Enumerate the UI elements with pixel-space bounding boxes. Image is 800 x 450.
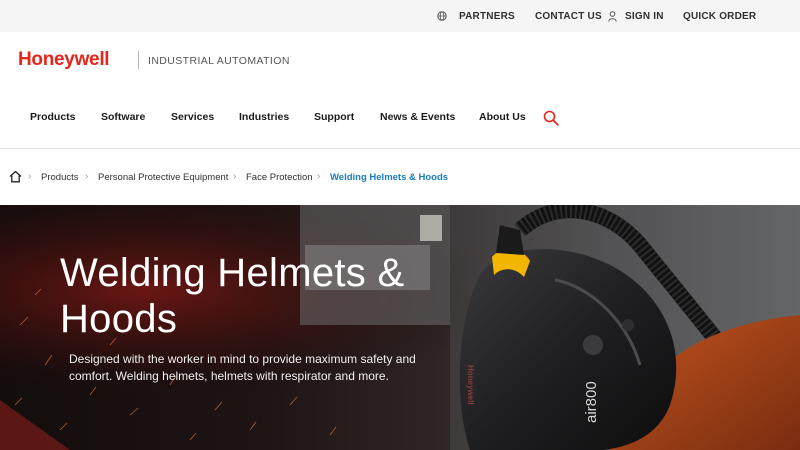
nav-item-products[interactable]: Products (30, 111, 76, 123)
division-name: INDUSTRIAL AUTOMATION (148, 55, 290, 67)
nav-item-software[interactable]: Software (101, 111, 145, 123)
helmet-brand-text: Honeywell (466, 365, 475, 405)
sign-in-label: SIGN IN (625, 10, 664, 22)
nav-item-services[interactable]: Services (171, 111, 214, 123)
brand-header (0, 32, 800, 90)
nav-item-support[interactable]: Support (314, 111, 354, 123)
contact-us-label: CONTACT US (535, 10, 602, 22)
nav-item-industries[interactable]: Industries (239, 111, 289, 123)
helmet-model-text: air800 (583, 381, 600, 423)
logo-divider (138, 51, 139, 69)
page-title-line-1: Welding Helmets & (60, 251, 405, 295)
partners-label: PARTNERS (459, 10, 515, 22)
globe-icon (437, 11, 447, 21)
hero-description: Designed with the worker in mind to prov… (69, 352, 416, 383)
breadcrumb-products[interactable]: Products (41, 172, 79, 183)
chevron-right-icon: › (317, 171, 321, 182)
chevron-right-icon: › (28, 171, 32, 182)
page-title: Welding Helmets & Hoods (60, 250, 480, 342)
home-icon[interactable] (9, 170, 22, 183)
page-title-line-2: Hoods (60, 297, 178, 341)
breadcrumb-face-protection[interactable]: Face Protection (246, 172, 313, 183)
sign-in-link[interactable]: SIGN IN (608, 0, 664, 32)
chevron-right-icon: › (233, 171, 237, 182)
breadcrumb-current-page: Welding Helmets & Hoods (330, 172, 449, 183)
search-icon[interactable] (543, 110, 559, 126)
nav-item-news-events[interactable]: News & Events (380, 111, 455, 123)
chevron-right-icon: › (85, 171, 89, 182)
honeywell-logo[interactable]: Honeywell (18, 49, 110, 71)
utility-bar: PARTNERS CONTACT US SIGN IN QUICK ORDER (0, 0, 800, 32)
nav-item-about-us[interactable]: About Us (479, 111, 526, 123)
quick-order-link[interactable]: QUICK ORDER (683, 0, 756, 32)
quick-order-label: QUICK ORDER (683, 10, 757, 22)
contact-us-link[interactable]: CONTACT US (535, 0, 602, 32)
partners-link[interactable]: PARTNERS (437, 0, 515, 32)
user-icon (608, 10, 617, 22)
hero-banner: Honeywell air800 Welding Helmets & Hoods… (0, 205, 800, 450)
breadcrumb-ppe[interactable]: Personal Protective Equipment (98, 172, 228, 183)
